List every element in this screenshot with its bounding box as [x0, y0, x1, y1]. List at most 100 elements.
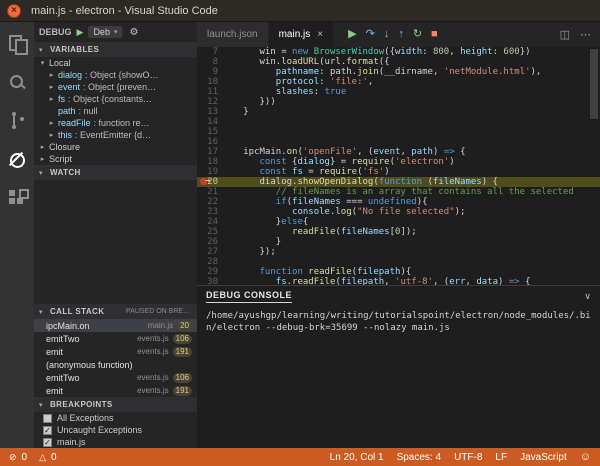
line-number[interactable]: 12 [197, 97, 227, 107]
variable-row[interactable]: ▸dialog: Object {showO… [34, 69, 197, 81]
variable-row[interactable]: ▸fs: Object {constants… [34, 93, 197, 105]
encoding[interactable]: UTF-8 [454, 452, 482, 463]
variable-row[interactable]: ▸event: Object {preven… [34, 81, 197, 93]
code-line[interactable]: 22 if(fileNames === undefined){ [197, 197, 600, 207]
code-line[interactable]: 14 [197, 117, 600, 127]
variable-row[interactable]: ▸readFile: function re… [34, 117, 197, 129]
tab-main-js[interactable]: main.js× [269, 22, 335, 47]
close-tab-icon[interactable]: × [317, 29, 323, 40]
line-number[interactable]: 25 [197, 227, 227, 237]
variables-section-header[interactable]: ▾ VARIABLES [34, 42, 197, 57]
indentation[interactable]: Spaces: 4 [397, 452, 441, 463]
code-line[interactable]: 28 [197, 257, 600, 267]
continue-button[interactable]: ▶ [348, 29, 356, 40]
activity-bar-item-search[interactable] [0, 69, 34, 95]
line-number[interactable]: 23 [197, 207, 227, 217]
line-number[interactable]: 26 [197, 237, 227, 247]
warnings-icon[interactable]: △ [39, 452, 46, 463]
variable-row[interactable]: ▸this: EventEmitter {d… [34, 129, 197, 141]
stop-button[interactable]: ■ [431, 29, 438, 40]
code-line[interactable]: 24 }else{ [197, 217, 600, 227]
call-stack-frame[interactable]: emitTwoevents.js106 [34, 332, 197, 345]
line-number[interactable]: 30 [197, 277, 227, 285]
code-line[interactable]: 11 slashes: true [197, 87, 600, 97]
activity-bar-item-explorer[interactable] [0, 30, 34, 56]
code-line[interactable]: 16 [197, 137, 600, 147]
start-debug-icon[interactable]: ▶ [77, 27, 84, 38]
code-line[interactable]: 10 protocol: 'file:', [197, 77, 600, 87]
line-number[interactable]: 17 [197, 147, 227, 157]
line-number[interactable]: 13 [197, 107, 227, 117]
line-number[interactable]: 9 [197, 67, 227, 77]
tab-launch-json[interactable]: launch.json [197, 22, 269, 47]
code-line[interactable]: 9 pathname: path.join(__dirname, 'netMod… [197, 67, 600, 77]
editor-scrollbar[interactable] [590, 49, 598, 119]
line-number[interactable]: 8 [197, 57, 227, 67]
line-number[interactable]: 21 [197, 187, 227, 197]
code-line[interactable]: 21 // fileNames is an array that contain… [197, 187, 600, 197]
line-number[interactable]: 14 [197, 117, 227, 127]
code-line[interactable]: 12 })) [197, 97, 600, 107]
code-editor[interactable]: 7 win = new BrowserWindow({width: 800, h… [197, 47, 600, 285]
watch-section-header[interactable]: ▾ WATCH [34, 165, 197, 180]
eol[interactable]: LF [495, 452, 507, 463]
language-mode[interactable]: JavaScript [520, 452, 567, 463]
breakpoints-section-header[interactable]: ▾ BREAKPOINTS [34, 397, 197, 412]
call-stack-frame[interactable]: emitTwoevents.js106 [34, 371, 197, 384]
breakpoint-item[interactable]: ✓main.js [34, 436, 197, 448]
checkbox[interactable]: ✓ [43, 426, 52, 435]
call-stack-frame[interactable]: ipcMain.onmain.js20 [34, 319, 197, 332]
code-line[interactable]: 26 } [197, 237, 600, 247]
code-line[interactable]: 23 console.log("No file selected"); [197, 207, 600, 217]
feedback-smiley-icon[interactable]: ☺ [580, 451, 591, 463]
code-line[interactable]: 25 readFile(fileNames[0]); [197, 227, 600, 237]
code-line[interactable]: 17 ipcMain.on('openFile', (event, path) … [197, 147, 600, 157]
activity-bar-item-extensions[interactable] [0, 186, 34, 212]
call-stack-frame[interactable]: (anonymous function) [34, 358, 197, 371]
breakpoint-item[interactable]: ✓Uncaught Exceptions [34, 424, 197, 436]
code-line[interactable]: 15 [197, 127, 600, 137]
code-line[interactable]: 27 }); [197, 247, 600, 257]
code-line[interactable]: 29 function readFile(filepath){ [197, 267, 600, 277]
line-number[interactable]: 15 [197, 127, 227, 137]
scope-row[interactable]: ▸Script [34, 153, 197, 165]
line-number[interactable]: 10 [197, 77, 227, 87]
debug-console-tab[interactable]: DEBUG CONSOLE [206, 290, 292, 303]
scope-row[interactable]: ▾Local [34, 57, 197, 69]
errors-icon[interactable]: ⊘ [9, 452, 17, 463]
close-button[interactable]: × [7, 4, 21, 18]
split-editor-icon[interactable]: ◫ [560, 28, 570, 41]
call-stack-frame[interactable]: emitevents.js191 [34, 384, 197, 397]
step-out-button[interactable]: ↑ [398, 29, 404, 40]
scope-row[interactable]: ▸Closure [34, 141, 197, 153]
error-count[interactable]: 0 [22, 452, 28, 463]
code-line[interactable]: 13 } [197, 107, 600, 117]
step-into-button[interactable]: ↓ [384, 29, 390, 40]
line-number[interactable]: 24 [197, 217, 227, 227]
line-number[interactable]: 29 [197, 267, 227, 277]
line-number[interactable]: 7 [197, 47, 227, 57]
checkbox[interactable] [43, 414, 52, 423]
line-number[interactable]: 19 [197, 167, 227, 177]
line-number[interactable]: 18 [197, 157, 227, 167]
more-actions-icon[interactable]: ⋯ [580, 28, 591, 41]
cursor-position[interactable]: Ln 20, Col 1 [330, 452, 384, 463]
checkbox[interactable]: ✓ [43, 438, 52, 447]
configure-gear-icon[interactable]: ⚙ [129, 27, 138, 38]
code-line[interactable]: 18 const {dialog} = require('electron') [197, 157, 600, 167]
code-line[interactable]: 7 win = new BrowserWindow({width: 800, h… [197, 47, 600, 57]
code-line[interactable]: 30 fs.readFile(filepath, 'utf-8', (err, … [197, 277, 600, 285]
call-stack-frame[interactable]: emitevents.js191 [34, 345, 197, 358]
debug-config-dropdown[interactable]: Deb ▾ [88, 26, 122, 38]
variable-row[interactable]: path: null [34, 105, 197, 117]
line-number[interactable]: 22 [197, 197, 227, 207]
line-number[interactable]: 27 [197, 247, 227, 257]
code-line[interactable]: 8 win.loadURL(url.format({ [197, 57, 600, 67]
code-line[interactable]: 19 const fs = require('fs') [197, 167, 600, 177]
breakpoint-item[interactable]: All Exceptions [34, 412, 197, 424]
line-number[interactable]: 20→ [197, 177, 227, 187]
code-line[interactable]: 20→ dialog.showOpenDialog(function (file… [197, 177, 600, 187]
warning-count[interactable]: 0 [51, 452, 57, 463]
activity-bar-item-source-control[interactable] [0, 108, 34, 134]
line-number[interactable]: 16 [197, 137, 227, 147]
